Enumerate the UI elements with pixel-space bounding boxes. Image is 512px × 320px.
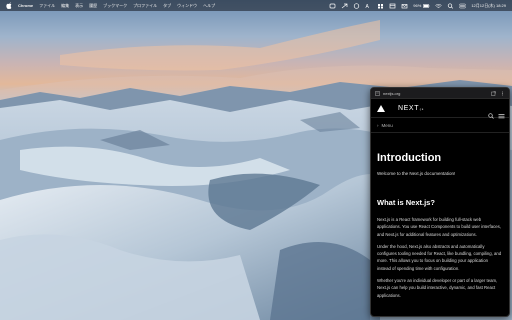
menu-help[interactable]: ヘルプ xyxy=(203,3,215,9)
welcome-text: Welcome to the Next.js documentation! xyxy=(377,171,456,176)
status-box-icon[interactable] xyxy=(389,3,396,9)
chevron-right-icon: › xyxy=(377,122,379,128)
wifi-icon[interactable] xyxy=(435,3,443,9)
search-icon[interactable] xyxy=(447,2,454,9)
vercel-logo-icon[interactable] xyxy=(377,104,385,112)
clock[interactable]: 12月12日(木) 18:29 xyxy=(471,3,506,9)
hamburger-menu-icon[interactable] xyxy=(498,106,505,118)
battery-icon xyxy=(423,3,430,9)
menu-profiles[interactable]: プロファイル xyxy=(133,3,157,9)
status-grid-icon[interactable] xyxy=(377,3,384,9)
status-mail-icon[interactable] xyxy=(401,3,408,9)
section-heading: What is Next.js? xyxy=(377,198,435,207)
paragraph: Under the hood, Next.js also abstracts a… xyxy=(377,243,502,271)
site-settings-icon[interactable] xyxy=(375,90,380,96)
status-app-icon[interactable] xyxy=(329,3,336,9)
battery-percent: 96% xyxy=(413,3,422,8)
menu-file[interactable]: ファイル xyxy=(39,3,55,9)
menu-window[interactable]: ウィンドウ xyxy=(177,3,197,9)
window-url: nextjs.org xyxy=(383,90,401,96)
menu-label: Menu xyxy=(381,122,393,128)
menu-tab[interactable]: タブ xyxy=(163,3,171,9)
menu-bookmarks[interactable]: ブックマーク xyxy=(103,3,127,9)
system-menu-bar: Chrome ファイル 編集 表示 履歴 ブックマーク プロファイル タブ ウィ… xyxy=(0,0,512,11)
search-icon[interactable] xyxy=(488,106,494,119)
more-options-icon[interactable] xyxy=(500,91,505,96)
logo-wordmark: NEXT xyxy=(398,104,420,112)
status-arrow-icon[interactable] xyxy=(341,3,348,9)
docs-menu-toggle[interactable]: › Menu xyxy=(371,118,509,133)
nextjs-logo[interactable]: NEXT.js xyxy=(398,105,424,112)
status-text-icon[interactable]: A xyxy=(365,3,372,9)
browser-window: nextjs.org NEXT.js › Menu Introduction W… xyxy=(370,87,510,317)
logo-suffix: .js xyxy=(419,106,424,111)
paragraph: Next.js is a React framework for buildin… xyxy=(377,217,501,237)
menu-app-name[interactable]: Chrome xyxy=(18,3,33,8)
window-titlebar[interactable]: nextjs.org xyxy=(371,88,509,99)
status-circle-icon[interactable] xyxy=(353,2,360,9)
page-content: Introduction Welcome to the Next.js docu… xyxy=(371,133,509,299)
svg-text:A: A xyxy=(366,4,370,9)
site-header: NEXT.js xyxy=(371,99,509,119)
menu-view[interactable]: 表示 xyxy=(75,3,83,9)
menu-edit[interactable]: 編集 xyxy=(61,3,69,9)
open-in-tab-icon[interactable] xyxy=(491,90,496,96)
menu-history[interactable]: 履歴 xyxy=(89,3,97,9)
battery-status[interactable]: 96% xyxy=(413,3,430,9)
paragraph: Whether you're an individual developer o… xyxy=(377,278,498,298)
control-center-icon[interactable] xyxy=(459,3,467,9)
page-title: Introduction xyxy=(377,152,442,164)
apple-icon[interactable] xyxy=(6,2,12,9)
